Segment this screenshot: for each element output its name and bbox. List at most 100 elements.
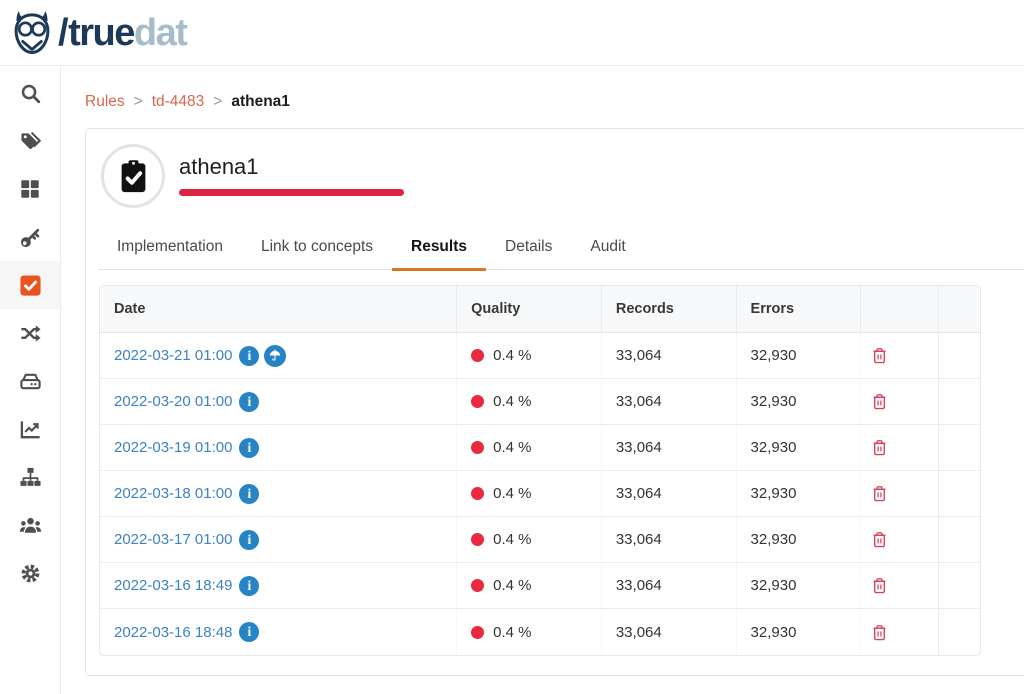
quality-status-dot — [471, 395, 484, 408]
info-icon[interactable]: i — [239, 346, 259, 366]
info-icon[interactable]: i — [239, 438, 259, 458]
results-table-header: DateQualityRecordsErrors — [100, 286, 980, 333]
date-cell: 2022-03-21 01:00 i — [100, 333, 456, 378]
actions-cell — [860, 517, 938, 562]
delete-result-button[interactable] — [869, 390, 890, 413]
date-cell: 2022-03-16 18:49 i — [100, 563, 456, 608]
truedat-logo[interactable]: /truedat — [9, 9, 186, 57]
sidebar-item-settings[interactable] — [0, 549, 60, 597]
sidebar-item-shuffle[interactable] — [0, 309, 60, 357]
quality-value: 0.4 % — [493, 577, 531, 594]
quality-value: 0.4 % — [493, 393, 531, 410]
rule-title: athena1 — [179, 155, 404, 179]
date-cell: 2022-03-18 01:00 i — [100, 471, 456, 516]
tab-audit[interactable]: Audit — [571, 230, 644, 269]
umbrella-icon[interactable] — [264, 345, 286, 367]
column-header-errors: Errors — [736, 286, 861, 332]
result-date-link[interactable]: 2022-03-19 01:00 — [114, 439, 232, 456]
trash-icon — [871, 530, 888, 549]
records-cell: 33,064 — [601, 333, 736, 378]
quality-cell: 0.4 % — [456, 517, 601, 562]
column-header-quality: Quality — [456, 286, 601, 332]
quality-status-dot — [471, 579, 484, 592]
result-date-link[interactable]: 2022-03-16 18:48 — [114, 624, 232, 641]
tabs: ImplementationLink to conceptsResultsDet… — [98, 230, 1024, 270]
gear-icon — [19, 562, 42, 585]
info-icon[interactable]: i — [239, 576, 259, 596]
delete-result-button[interactable] — [869, 436, 890, 459]
tab-results[interactable]: Results — [392, 230, 486, 269]
sidebar-item-sitemap[interactable] — [0, 453, 60, 501]
spacer-cell — [938, 379, 980, 424]
trash-icon — [871, 576, 888, 595]
delete-result-button[interactable] — [869, 574, 890, 597]
clipboard-check-icon — [118, 159, 149, 194]
rule-header: athena1 — [86, 129, 1024, 208]
spacer-cell — [938, 517, 980, 562]
records-cell: 33,064 — [601, 379, 736, 424]
result-date-link[interactable]: 2022-03-18 01:00 — [114, 485, 232, 502]
sidebar-item-grid[interactable] — [0, 165, 60, 213]
errors-cell: 32,930 — [736, 379, 861, 424]
trash-icon — [871, 346, 888, 365]
tab-implementation[interactable]: Implementation — [98, 230, 242, 269]
delete-result-button[interactable] — [869, 621, 890, 644]
date-cell: 2022-03-19 01:00 i — [100, 425, 456, 470]
info-icon[interactable]: i — [239, 392, 259, 412]
spacer-cell — [938, 333, 980, 378]
info-icon[interactable]: i — [239, 622, 259, 642]
spacer-cell — [938, 563, 980, 608]
sidebar-item-key[interactable] — [0, 213, 60, 261]
key-icon — [19, 226, 42, 249]
info-icon[interactable]: i — [239, 484, 259, 504]
sidebar-item-chart[interactable] — [0, 405, 60, 453]
top-bar: /truedat — [0, 0, 1024, 66]
breadcrumb: Rules>td-4483>athena1 — [85, 93, 290, 111]
errors-cell: 32,930 — [736, 333, 861, 378]
rule-type-badge — [101, 144, 165, 208]
result-date-link[interactable]: 2022-03-21 01:00 — [114, 347, 232, 364]
sidebar-item-quality[interactable] — [0, 261, 60, 309]
tab-link-to-concepts[interactable]: Link to concepts — [242, 230, 392, 269]
result-row: 2022-03-21 01:00i0.4 %33,06432,930 — [100, 333, 980, 379]
breadcrumb-item-td-4483[interactable]: td-4483 — [152, 93, 205, 110]
breadcrumb-separator: > — [213, 93, 222, 110]
info-icon[interactable]: i — [239, 530, 259, 550]
quality-status-dot — [471, 487, 484, 500]
result-row: 2022-03-16 18:48i0.4 %33,06432,930 — [100, 609, 980, 655]
spacer-cell — [938, 609, 980, 655]
logo-wordmark: /truedat — [58, 14, 186, 52]
sidebar-item-drive[interactable] — [0, 357, 60, 405]
logo-dat: dat — [134, 12, 187, 54]
result-date-link[interactable]: 2022-03-17 01:00 — [114, 531, 232, 548]
quality-cell: 0.4 % — [456, 379, 601, 424]
actions-cell — [860, 333, 938, 378]
sidebar-item-search[interactable] — [0, 69, 60, 117]
column-header-records: Records — [601, 286, 736, 332]
quality-value: 0.4 % — [493, 439, 531, 456]
result-date-link[interactable]: 2022-03-20 01:00 — [114, 393, 232, 410]
delete-result-button[interactable] — [869, 528, 890, 551]
column-header-empty — [860, 286, 938, 332]
breadcrumb-item-rules[interactable]: Rules — [85, 93, 125, 110]
quality-value: 0.4 % — [493, 485, 531, 502]
sitemap-icon — [19, 466, 42, 489]
grid-icon — [19, 178, 41, 200]
result-row: 2022-03-19 01:00i0.4 %33,06432,930 — [100, 425, 980, 471]
result-date-link[interactable]: 2022-03-16 18:49 — [114, 577, 232, 594]
tags-icon — [19, 130, 42, 153]
actions-cell — [860, 471, 938, 516]
delete-result-button[interactable] — [869, 482, 890, 505]
delete-result-button[interactable] — [869, 344, 890, 367]
sidebar-item-users[interactable] — [0, 501, 60, 549]
trash-icon — [871, 623, 888, 642]
errors-cell: 32,930 — [736, 563, 861, 608]
tab-details[interactable]: Details — [486, 230, 571, 269]
trash-icon — [871, 484, 888, 503]
errors-cell: 32,930 — [736, 609, 861, 655]
trash-icon — [871, 392, 888, 411]
sidebar-item-tags[interactable] — [0, 117, 60, 165]
check-square-icon — [19, 274, 42, 297]
actions-cell — [860, 379, 938, 424]
quality-cell: 0.4 % — [456, 471, 601, 516]
